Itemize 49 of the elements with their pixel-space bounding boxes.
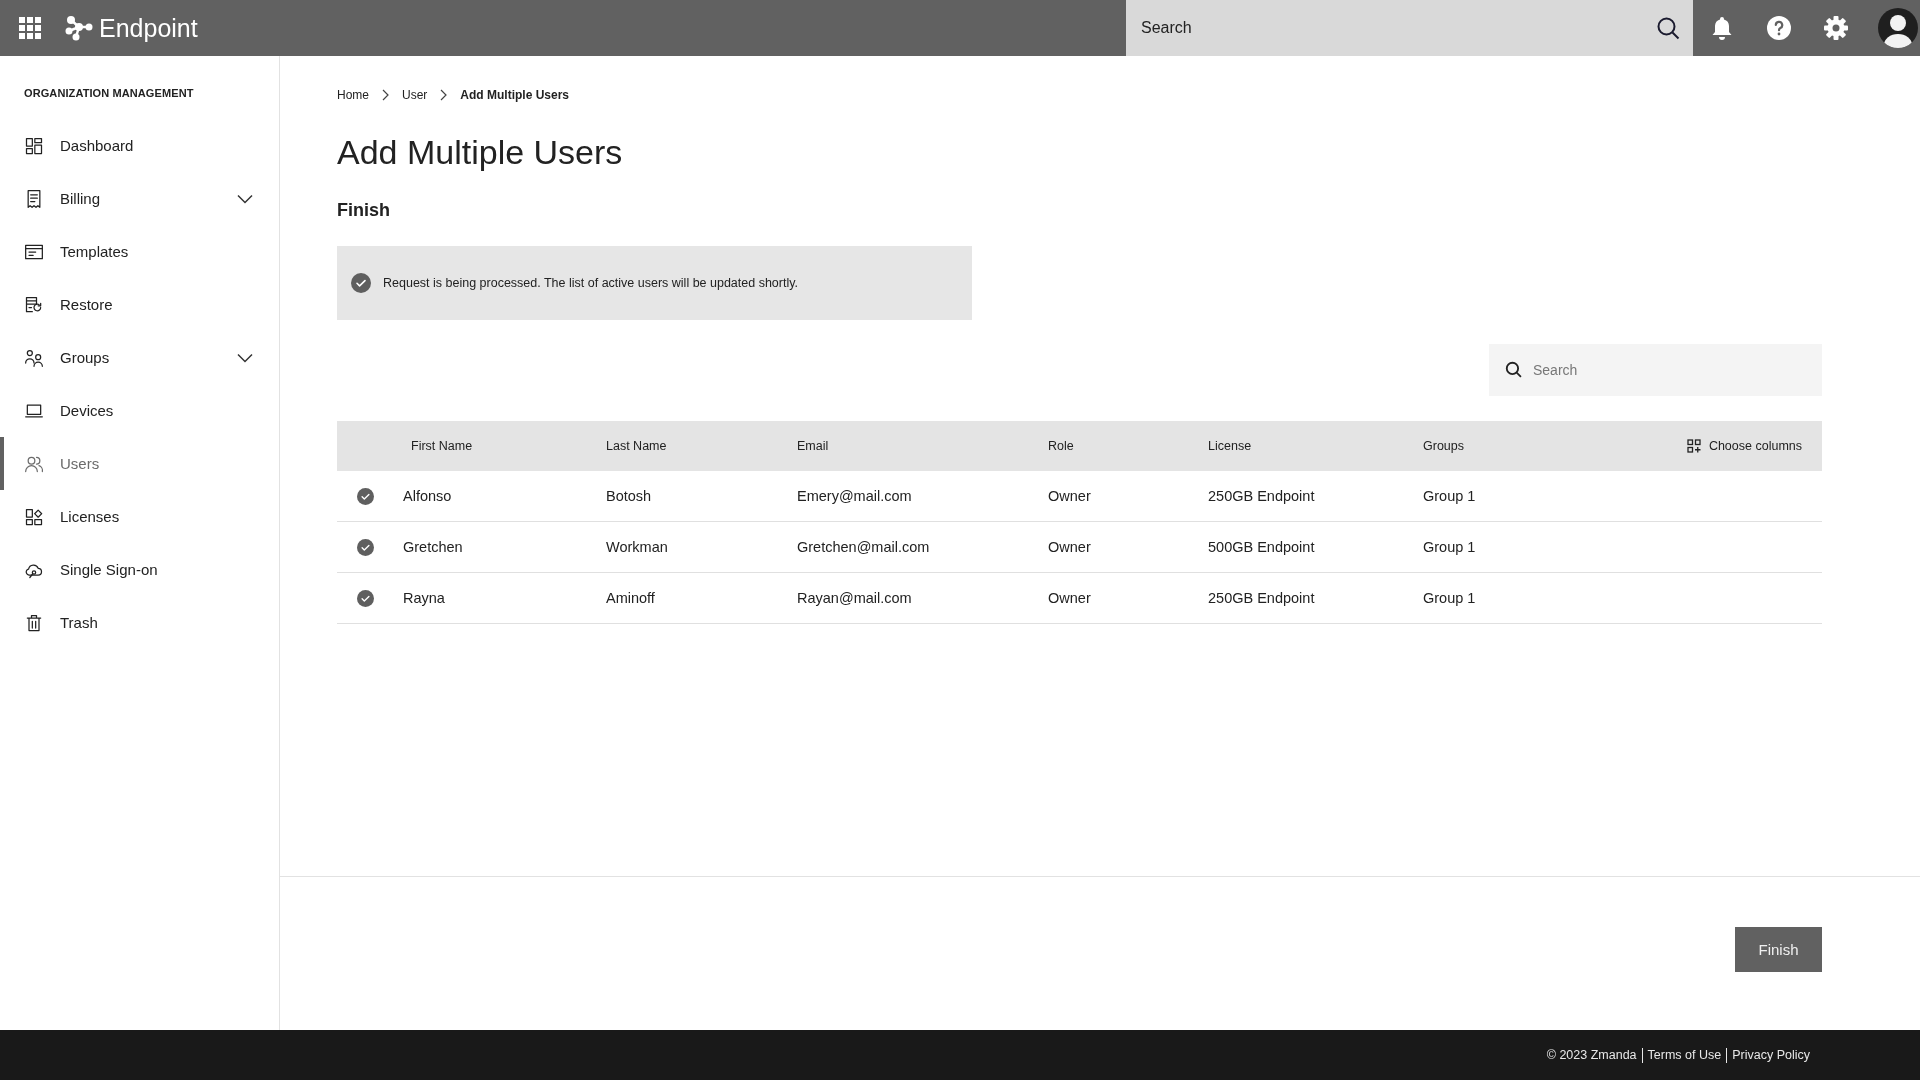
step-title: Finish [337, 200, 391, 221]
nav-item[interactable]: Single Sign-on [0, 543, 279, 596]
nav-item[interactable]: Dashboard [0, 119, 279, 172]
brand-name[interactable]: Endpoint [99, 13, 198, 43]
page-title: Add Multiple Users [337, 132, 624, 172]
column-header: Role [1047, 439, 1075, 453]
breadcrumb-link[interactable]: Home [337, 88, 369, 102]
breadcrumb-link[interactable]: User [402, 88, 428, 102]
finish-button[interactable]: Finish [1735, 927, 1822, 972]
nav-item[interactable]: Users [0, 437, 279, 490]
table-cell-text: 250GB Endpoint [1207, 488, 1316, 504]
table-cell-text: Aminoff [605, 590, 656, 606]
footer-link[interactable]: Privacy Policy [1732, 1048, 1810, 1062]
nav-item[interactable]: Billing [0, 172, 279, 225]
table-cell-text: Gretchen [402, 539, 464, 555]
nav-item[interactable]: Templates [0, 225, 279, 278]
nav-item[interactable]: Licenses [0, 490, 279, 543]
nav-item[interactable]: Restore [0, 278, 279, 331]
search-field[interactable]: Search [1126, 0, 1693, 56]
table-cell-text: Emery@mail.com [796, 488, 913, 504]
table-cell-text: Owner [1047, 488, 1092, 504]
table-cell-text: Botosh [605, 488, 653, 504]
table-search-field[interactable]: Search [1489, 344, 1822, 396]
table-cell-text: Owner [1047, 590, 1092, 606]
table-cell-text: 250GB Endpoint [1207, 590, 1316, 606]
table-cell-text: Gretchen@mail.com [796, 539, 931, 555]
table-cell-text: Group 1 [1422, 488, 1477, 504]
table-cell-text: Alfonso [402, 488, 453, 504]
table-cell-text: Rayan@mail.com [796, 590, 913, 606]
footer-link[interactable]: Terms of Use [1647, 1048, 1722, 1062]
column-header: Email [796, 439, 830, 453]
table-cell-text: Owner [1047, 539, 1092, 555]
breadcrumb-link[interactable]: Add Multiple Users [460, 88, 570, 102]
nav-item[interactable]: Devices [0, 384, 279, 437]
section-heading: ORGANIZATION MANAGEMENT [24, 87, 195, 99]
table-cell-text: Workman [605, 539, 669, 555]
table-cell-text: Group 1 [1422, 590, 1477, 606]
alert-message: Request is being processed. The list of active users will be updated shortly. [383, 276, 799, 290]
table-cell-text: Group 1 [1422, 539, 1477, 555]
column-header: First Name [410, 439, 474, 453]
table-cell-text: 500GB Endpoint [1207, 539, 1316, 555]
copyright-text: © 2023 Zmanda [1546, 1048, 1637, 1062]
column-header: Groups [1422, 439, 1465, 453]
choose-columns-button[interactable]: Choose columns [1686, 439, 1802, 453]
column-header: License [1207, 439, 1253, 453]
nav-item[interactable]: Groups [0, 331, 279, 384]
table-cell-text: Rayna [402, 590, 446, 606]
nav-item[interactable]: Trash [0, 596, 279, 649]
column-header: Last Name [605, 439, 668, 453]
